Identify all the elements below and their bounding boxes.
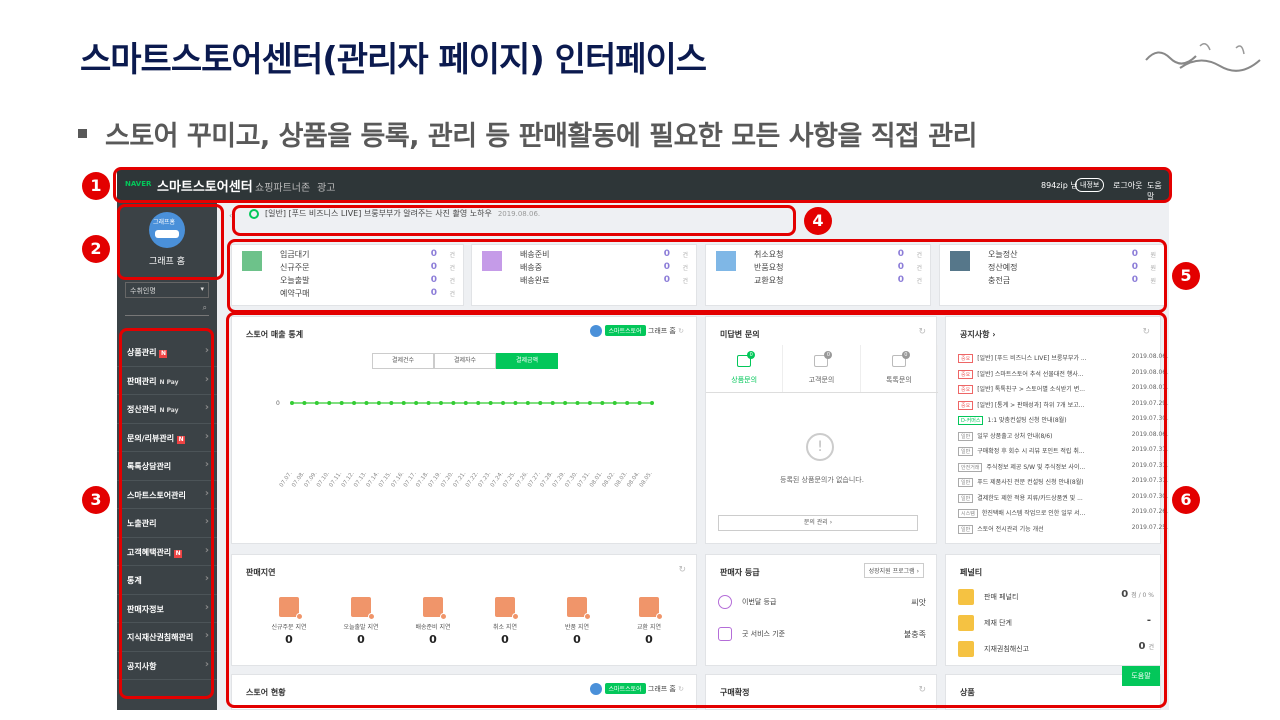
annotation-box-1 xyxy=(113,167,1172,203)
annotation-box-6 xyxy=(226,312,1167,708)
annotation-number-2: 2 xyxy=(82,235,110,263)
annotation-box-2 xyxy=(117,204,224,280)
slide-title: 스마트스토어센터(관리자 페이지) 인터페이스 xyxy=(80,40,707,80)
sidebar-search-input[interactable]: ⌕ xyxy=(125,302,209,316)
brand-logo xyxy=(1145,43,1261,72)
annotation-number-4: 4 xyxy=(804,207,832,235)
annotation-number-6: 6 xyxy=(1172,486,1200,514)
annotation-box-5 xyxy=(227,239,1167,313)
slide-bullet: 스토어 꾸미고, 상품을 등록, 관리 등 판매활동에 필요한 모든 사항을 직… xyxy=(78,114,977,153)
annotation-number-3: 3 xyxy=(82,486,110,514)
search-icon[interactable]: ⌕ xyxy=(203,303,207,313)
annotation-box-4 xyxy=(232,205,796,236)
search-type-select[interactable]: 수취인명 xyxy=(125,282,209,298)
annotation-number-5: 5 xyxy=(1172,262,1200,290)
annotation-box-3 xyxy=(119,328,214,699)
annotation-number-1: 1 xyxy=(82,172,110,200)
